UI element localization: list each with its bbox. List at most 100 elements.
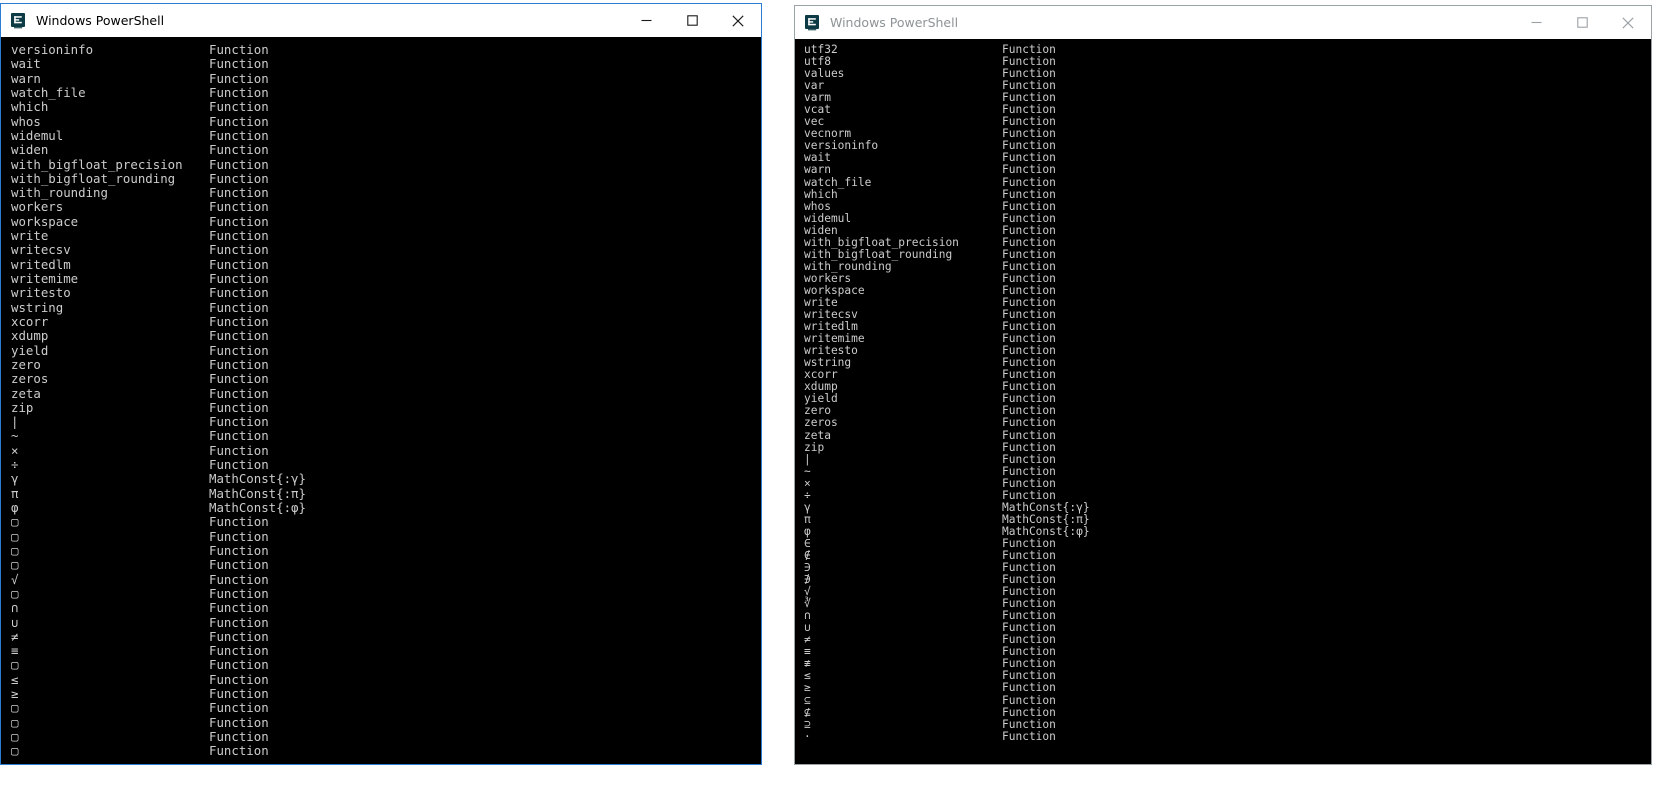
row-type: Function — [1002, 440, 1056, 454]
row-type: Function — [1002, 211, 1056, 225]
console-row: zeta Function — [11, 385, 761, 401]
console-row: ∌ Function — [804, 574, 1651, 586]
console-row: × Function — [804, 476, 1651, 490]
row-type: Function — [1002, 235, 1056, 249]
console-row: writecsv Function — [804, 308, 1651, 321]
row-name: ▢ — [11, 657, 19, 673]
minimize-button-left[interactable] — [623, 4, 669, 37]
row-type: Function — [1002, 416, 1056, 430]
console-row: ≠ Function — [804, 634, 1651, 646]
close-button-left[interactable] — [715, 4, 761, 37]
row-name: ∩ — [11, 600, 19, 616]
row-type: Function — [209, 585, 269, 601]
console-row: ≡ Function — [804, 646, 1651, 658]
caption-buttons-left — [623, 4, 761, 37]
console-row: zero Function — [11, 356, 761, 372]
row-name: ∉ — [804, 548, 811, 562]
row-name: ∩ — [804, 609, 811, 623]
row-name: √ — [804, 585, 811, 599]
row-name: writecsv — [11, 242, 71, 258]
console-row: writecsv Function — [11, 242, 761, 258]
console-row: writesto Function — [11, 285, 761, 301]
row-type: Function — [209, 285, 269, 301]
row-name: ∌ — [804, 573, 811, 587]
row-type: Function — [1002, 223, 1056, 237]
console-row: with_bigfloat_rounding Function — [804, 248, 1651, 261]
row-type: Function — [1002, 464, 1056, 478]
row-type: MathConst{:γ} — [209, 471, 306, 487]
console-row: ▢ Function — [11, 514, 761, 529]
row-type: Function — [209, 356, 269, 372]
row-name: yield — [804, 392, 838, 406]
row-name: ▢ — [11, 700, 19, 716]
row-type: Function — [209, 156, 269, 172]
row-name: zeta — [11, 385, 41, 401]
row-type: Function — [1002, 705, 1056, 719]
maximize-button-left[interactable] — [669, 4, 715, 37]
row-type: MathConst{:φ} — [209, 500, 306, 515]
row-type: Function — [1002, 729, 1056, 743]
row-name: zeros — [11, 371, 49, 387]
row-name: π — [11, 485, 19, 501]
console-row: workers Function — [804, 272, 1651, 285]
console-row: whos Function — [11, 113, 761, 129]
titlebar-right[interactable]: Windows PowerShell — [795, 5, 1651, 39]
console-row: writemime Function — [804, 333, 1651, 345]
console-row: ∪ Function — [804, 622, 1651, 634]
console-row: | Function — [804, 453, 1651, 466]
caption-buttons-right — [1513, 6, 1651, 39]
console-row: with_bigfloat_precision Function — [804, 235, 1651, 249]
row-name: watch_file — [11, 84, 86, 100]
row-name: ▢ — [11, 729, 19, 744]
row-type: Function — [1002, 476, 1056, 490]
row-name: ≥ — [11, 686, 19, 702]
row-name: ∪ — [804, 621, 811, 635]
row-name: ▢ — [11, 714, 19, 730]
powershell-icon — [11, 12, 27, 29]
row-name: wait — [804, 151, 831, 165]
console-row: xdump Function — [11, 328, 761, 344]
console-row: ⊇ Function — [804, 718, 1651, 731]
console-row: write Function — [804, 296, 1651, 309]
row-name: widemul — [11, 127, 64, 143]
row-name: widemul — [804, 211, 852, 225]
row-type: Function — [1002, 175, 1056, 189]
row-name: ▢ — [11, 743, 19, 759]
console-output-right[interactable]: utf32 Function utf8 Function values Functio… — [795, 39, 1651, 764]
minimize-button-right[interactable] — [1513, 6, 1559, 39]
powershell-window-right[interactable]: Windows PowerShell utf32 Function utf8 F… — [794, 5, 1652, 765]
titlebar-left[interactable]: Windows PowerShell — [1, 3, 761, 37]
row-type: Function — [209, 170, 269, 186]
console-output-left[interactable]: versioninfo Function wait Function warn Fun… — [1, 37, 761, 764]
row-name: · — [804, 729, 811, 743]
console-row: zeta Function — [804, 429, 1651, 442]
row-name: ∈ — [804, 536, 811, 550]
row-type: Function — [209, 457, 269, 473]
console-row: ~ Function — [804, 464, 1651, 478]
row-name: ≢ — [804, 657, 811, 671]
console-row: zeros Function — [11, 371, 761, 387]
console-row: ~ Function — [11, 429, 761, 444]
row-name: γ — [804, 500, 811, 514]
row-name: ÷ — [804, 488, 811, 502]
row-name: zero — [11, 356, 41, 372]
row-type: Function — [209, 686, 269, 702]
row-name: write — [11, 228, 49, 244]
console-row: ≢ Function — [804, 658, 1651, 670]
close-button-right[interactable] — [1605, 6, 1651, 39]
row-name: ≠ — [11, 628, 19, 644]
row-type: Function — [1002, 187, 1056, 201]
row-name: ≥ — [804, 681, 811, 695]
maximize-button-right[interactable] — [1559, 6, 1605, 39]
row-name: warn — [11, 70, 41, 86]
console-row: √ Function — [11, 572, 761, 587]
row-type: Function — [209, 199, 269, 215]
row-type: Function — [209, 328, 269, 344]
console-row: ▢ Function — [11, 729, 761, 744]
row-type: Function — [209, 127, 269, 143]
row-name: whos — [11, 113, 41, 129]
console-row: utf8 Function — [804, 55, 1651, 68]
row-name: with_bigfloat_precision — [11, 156, 183, 172]
powershell-icon — [805, 14, 821, 31]
powershell-window-left[interactable]: Windows PowerShell versioninfo Function … — [0, 3, 762, 765]
